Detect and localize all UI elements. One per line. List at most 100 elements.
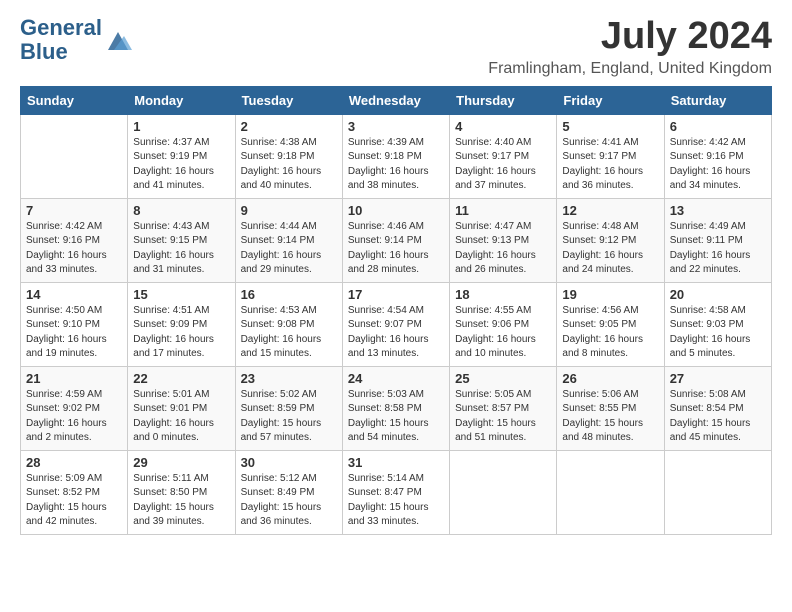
calendar-cell: 14 Sunrise: 4:50 AMSunset: 9:10 PMDayligh…: [21, 282, 128, 366]
calendar-cell: 1 Sunrise: 4:37 AMSunset: 9:19 PMDaylight…: [128, 114, 235, 198]
weekday-header-sunday: Sunday: [21, 86, 128, 114]
day-number: 26: [562, 371, 658, 386]
day-number: 30: [241, 455, 337, 470]
subtitle: Framlingham, England, United Kingdom: [488, 60, 772, 78]
day-number: 24: [348, 371, 444, 386]
day-number: 20: [670, 287, 766, 302]
calendar-cell: 23Sunrise: 5:02 AMSunset: 8:59 PMDayligh…: [235, 366, 342, 450]
day-info: Sunrise: 4:46 AMSunset: 9:14 PMDaylight:…: [348, 220, 444, 278]
calendar-cell: 19 Sunrise: 4:56 AMSunset: 9:05 PMDayligh…: [557, 282, 664, 366]
day-info: Sunrise: 4:39 AMSunset: 9:18 PMDaylight:…: [348, 136, 444, 194]
weekday-header-monday: Monday: [128, 86, 235, 114]
day-number: 4: [455, 119, 551, 134]
calendar-cell: [557, 450, 664, 534]
day-number: 21: [26, 371, 122, 386]
day-number: 23: [241, 371, 337, 386]
day-number: 31: [348, 455, 444, 470]
logo-icon: [104, 26, 132, 54]
calendar-cell: 22 Sunrise: 5:01 AMSunset: 9:01 PMDayligh…: [128, 366, 235, 450]
title-block: July 2024 Framlingham, England, United K…: [488, 16, 772, 78]
week-row-1: 1 Sunrise: 4:37 AMSunset: 9:19 PMDaylight…: [21, 114, 772, 198]
day-info: Sunrise: 4:53 AMSunset: 9:08 PMDaylight:…: [241, 304, 337, 362]
day-number: 13: [670, 203, 766, 218]
day-info: Sunrise: 4:40 AMSunset: 9:17 PMDaylight:…: [455, 136, 551, 194]
day-info: Sunrise: 4:59 AMSunset: 9:02 PMDaylight:…: [26, 388, 122, 446]
day-info: Sunrise: 4:50 AMSunset: 9:10 PMDaylight:…: [26, 304, 122, 362]
calendar-cell: 7 Sunrise: 4:42 AMSunset: 9:16 PMDaylight…: [21, 198, 128, 282]
day-number: 19: [562, 287, 658, 302]
calendar-cell: 3 Sunrise: 4:39 AMSunset: 9:18 PMDaylight…: [342, 114, 449, 198]
day-number: 7: [26, 203, 122, 218]
day-info: Sunrise: 4:42 AMSunset: 9:16 PMDaylight:…: [26, 220, 122, 278]
day-number: 27: [670, 371, 766, 386]
calendar-cell: 16 Sunrise: 4:53 AMSunset: 9:08 PMDayligh…: [235, 282, 342, 366]
day-number: 2: [241, 119, 337, 134]
day-number: 11: [455, 203, 551, 218]
day-info: Sunrise: 4:42 AMSunset: 9:16 PMDaylight:…: [670, 136, 766, 194]
day-info: Sunrise: 4:58 AMSunset: 9:03 PMDaylight:…: [670, 304, 766, 362]
day-number: 29: [133, 455, 229, 470]
calendar-cell: 18Sunrise: 4:55 AMSunset: 9:06 PMDayligh…: [450, 282, 557, 366]
calendar-cell: 28 Sunrise: 5:09 AMSunset: 8:52 PMDayligh…: [21, 450, 128, 534]
header: General Blue July 2024 Framlingham, Engl…: [20, 16, 772, 78]
day-number: 14: [26, 287, 122, 302]
day-info: Sunrise: 4:51 AMSunset: 9:09 PMDaylight:…: [133, 304, 229, 362]
calendar-cell: 31 Sunrise: 5:14 AMSunset: 8:47 PMDayligh…: [342, 450, 449, 534]
calendar-table: SundayMondayTuesdayWednesdayThursdayFrid…: [20, 86, 772, 535]
day-info: Sunrise: 4:41 AMSunset: 9:17 PMDaylight:…: [562, 136, 658, 194]
week-row-4: 21 Sunrise: 4:59 AMSunset: 9:02 PMDayligh…: [21, 366, 772, 450]
calendar-cell: 2 Sunrise: 4:38 AMSunset: 9:18 PMDaylight…: [235, 114, 342, 198]
logo-text: General Blue: [20, 16, 102, 64]
day-info: Sunrise: 5:12 AMSunset: 8:49 PMDaylight:…: [241, 472, 337, 530]
day-number: 12: [562, 203, 658, 218]
calendar-cell: 21 Sunrise: 4:59 AMSunset: 9:02 PMDayligh…: [21, 366, 128, 450]
day-number: 10: [348, 203, 444, 218]
day-info: Sunrise: 5:11 AMSunset: 8:50 PMDaylight:…: [133, 472, 229, 530]
weekday-header-tuesday: Tuesday: [235, 86, 342, 114]
week-row-2: 7 Sunrise: 4:42 AMSunset: 9:16 PMDaylight…: [21, 198, 772, 282]
week-row-5: 28 Sunrise: 5:09 AMSunset: 8:52 PMDayligh…: [21, 450, 772, 534]
week-row-3: 14 Sunrise: 4:50 AMSunset: 9:10 PMDayligh…: [21, 282, 772, 366]
day-info: Sunrise: 5:01 AMSunset: 9:01 PMDaylight:…: [133, 388, 229, 446]
day-info: Sunrise: 5:03 AMSunset: 8:58 PMDaylight:…: [348, 388, 444, 446]
day-number: 5: [562, 119, 658, 134]
calendar-cell: 29 Sunrise: 5:11 AMSunset: 8:50 PMDayligh…: [128, 450, 235, 534]
main-title: July 2024: [488, 16, 772, 58]
day-info: Sunrise: 4:38 AMSunset: 9:18 PMDaylight:…: [241, 136, 337, 194]
day-info: Sunrise: 5:06 AMSunset: 8:55 PMDaylight:…: [562, 388, 658, 446]
day-number: 28: [26, 455, 122, 470]
day-number: 1: [133, 119, 229, 134]
calendar-cell: 26 Sunrise: 5:06 AMSunset: 8:55 PMDayligh…: [557, 366, 664, 450]
weekday-header-friday: Friday: [557, 86, 664, 114]
day-info: Sunrise: 4:47 AMSunset: 9:13 PMDaylight:…: [455, 220, 551, 278]
day-info: Sunrise: 4:48 AMSunset: 9:12 PMDaylight:…: [562, 220, 658, 278]
calendar-cell: 27 Sunrise: 5:08 AMSunset: 8:54 PMDayligh…: [664, 366, 771, 450]
day-info: Sunrise: 4:56 AMSunset: 9:05 PMDaylight:…: [562, 304, 658, 362]
day-info: Sunrise: 5:05 AMSunset: 8:57 PMDaylight:…: [455, 388, 551, 446]
day-number: 3: [348, 119, 444, 134]
day-number: 22: [133, 371, 229, 386]
calendar-cell: 8 Sunrise: 4:43 AMSunset: 9:15 PMDaylight…: [128, 198, 235, 282]
day-number: 17: [348, 287, 444, 302]
day-number: 8: [133, 203, 229, 218]
logo: General Blue: [20, 16, 132, 64]
day-info: Sunrise: 4:37 AMSunset: 9:19 PMDaylight:…: [133, 136, 229, 194]
day-info: Sunrise: 5:14 AMSunset: 8:47 PMDaylight:…: [348, 472, 444, 530]
calendar-cell: 13 Sunrise: 4:49 AMSunset: 9:11 PMDayligh…: [664, 198, 771, 282]
day-info: Sunrise: 5:08 AMSunset: 8:54 PMDaylight:…: [670, 388, 766, 446]
day-number: 25: [455, 371, 551, 386]
day-info: Sunrise: 5:09 AMSunset: 8:52 PMDaylight:…: [26, 472, 122, 530]
calendar-cell: 24 Sunrise: 5:03 AMSunset: 8:58 PMDayligh…: [342, 366, 449, 450]
calendar-cell: 10 Sunrise: 4:46 AMSunset: 9:14 PMDayligh…: [342, 198, 449, 282]
day-info: Sunrise: 4:43 AMSunset: 9:15 PMDaylight:…: [133, 220, 229, 278]
calendar-cell: 30 Sunrise: 5:12 AMSunset: 8:49 PMDayligh…: [235, 450, 342, 534]
calendar-cell: 25 Sunrise: 5:05 AMSunset: 8:57 PMDayligh…: [450, 366, 557, 450]
day-info: Sunrise: 4:54 AMSunset: 9:07 PMDaylight:…: [348, 304, 444, 362]
day-number: 16: [241, 287, 337, 302]
day-info: Sunrise: 4:49 AMSunset: 9:11 PMDaylight:…: [670, 220, 766, 278]
calendar-cell: 5 Sunrise: 4:41 AMSunset: 9:17 PMDaylight…: [557, 114, 664, 198]
calendar-cell: 17 Sunrise: 4:54 AMSunset: 9:07 PMDayligh…: [342, 282, 449, 366]
weekday-header-row: SundayMondayTuesdayWednesdayThursdayFrid…: [21, 86, 772, 114]
calendar-cell: [21, 114, 128, 198]
day-info: Sunrise: 4:44 AMSunset: 9:14 PMDaylight:…: [241, 220, 337, 278]
